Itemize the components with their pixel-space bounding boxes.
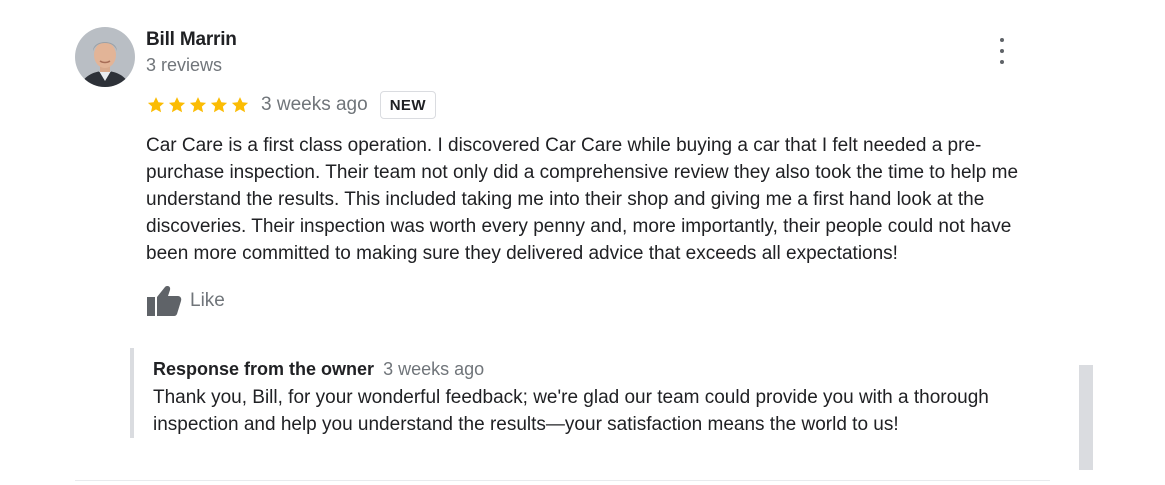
author-name[interactable]: Bill Marrin <box>146 29 237 51</box>
avatar[interactable] <box>75 27 135 87</box>
author-review-count: 3 reviews <box>146 55 223 75</box>
owner-response-header: Response from the owner 3 weeks ago <box>153 359 484 380</box>
new-badge: NEW <box>379 91 436 119</box>
star-icon <box>168 97 186 113</box>
scrollbar-thumb[interactable] <box>1079 365 1093 470</box>
owner-response: Response from the owner 3 weeks ago Than… <box>130 348 1024 438</box>
avatar-image <box>75 27 135 87</box>
owner-response-time: 3 weeks ago <box>383 359 485 379</box>
star-icon <box>231 97 249 113</box>
review-text: Car Care is a first class operation. I d… <box>146 135 1019 264</box>
owner-response-title: Response from the owner <box>153 359 375 379</box>
review-card: Bill Marrin 3 reviews 3 weeks ago NEW Ca… <box>0 0 1165 485</box>
star-rating <box>146 95 250 115</box>
more-options-button[interactable] <box>990 38 1014 64</box>
like-label: Like <box>190 290 225 311</box>
like-button[interactable]: Like <box>146 284 225 318</box>
more-vert-icon-dot <box>1000 49 1004 53</box>
rating-row: 3 weeks ago NEW <box>146 90 436 120</box>
more-vert-icon-dot <box>1000 60 1004 64</box>
star-icon <box>210 97 228 113</box>
thumbs-up-icon <box>147 286 182 316</box>
review-time: 3 weeks ago <box>261 94 368 115</box>
star-icon <box>147 97 165 113</box>
more-vert-icon <box>1000 38 1004 42</box>
divider <box>75 480 1050 481</box>
star-icon <box>189 97 207 113</box>
owner-response-text: Thank you, Bill, for your wonderful feed… <box>153 387 989 435</box>
